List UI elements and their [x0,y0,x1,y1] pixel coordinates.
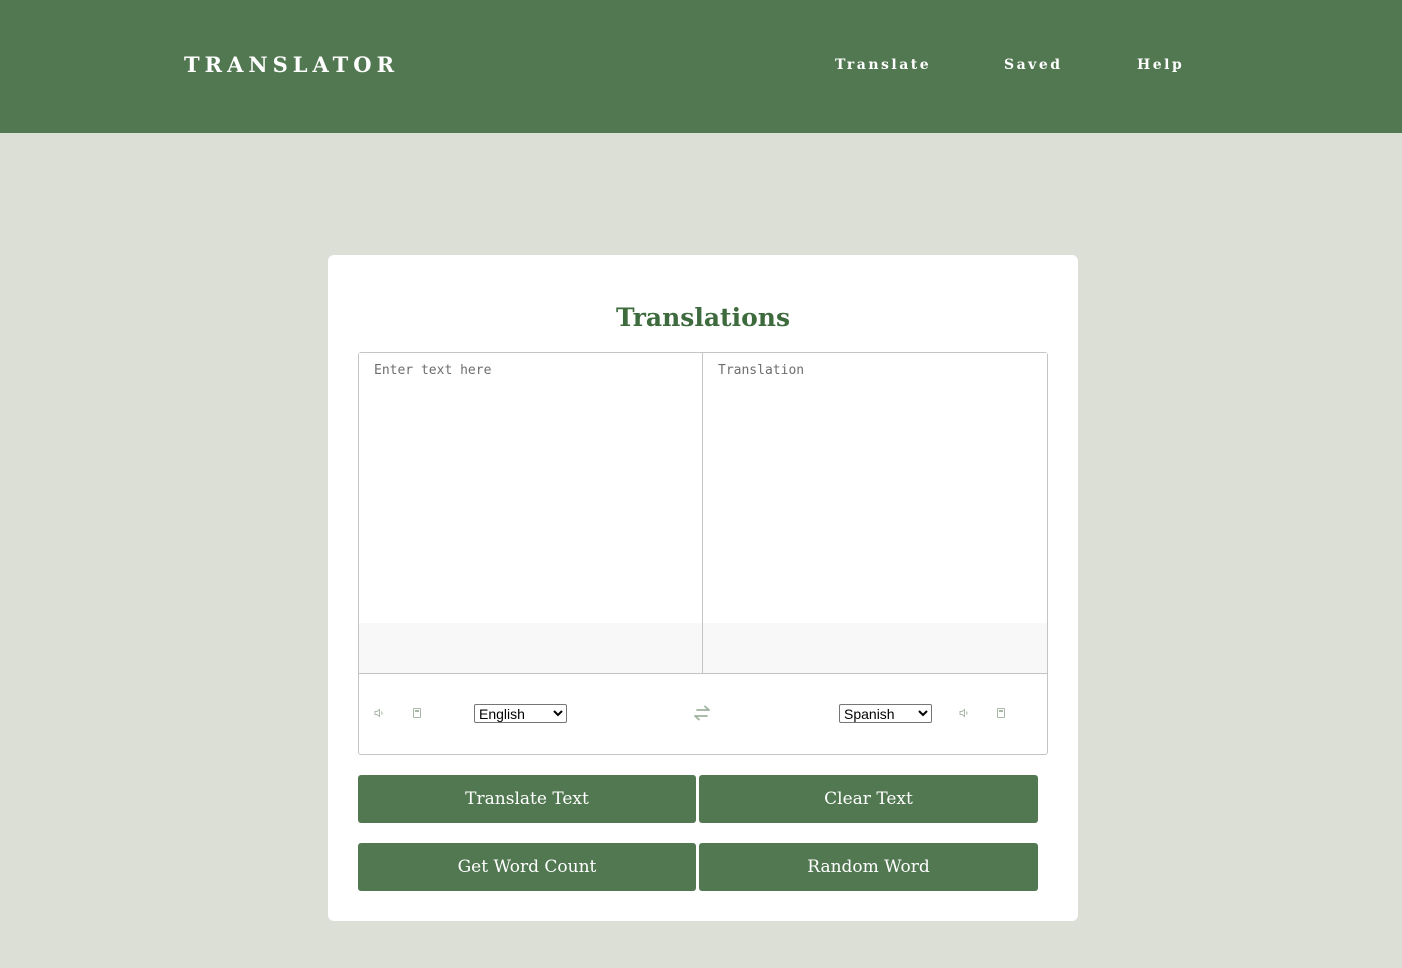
copy-icon[interactable] [995,707,1007,719]
top-header: TRANSLATOR Translate Saved Help [0,0,1402,133]
nav-link-translate[interactable]: Translate [835,56,931,74]
source-language-select[interactable]: English [474,704,567,723]
target-pane-footer [703,623,1047,673]
main-nav: Translate Saved Help [0,56,1402,76]
nav-link-saved[interactable]: Saved [1004,56,1063,74]
source-pane-footer [359,623,702,673]
word-count-button[interactable]: Get Word Count [358,843,696,891]
speaker-icon[interactable] [959,707,971,719]
nav-link-help[interactable]: Help [1137,56,1184,74]
translation-card: Translations English [328,255,1078,921]
card-title: Translations [615,303,791,332]
target-pane [703,353,1047,673]
language-controls: English Spanish [359,673,1047,754]
target-language-select[interactable]: Spanish [839,704,932,723]
translation-output[interactable] [703,353,1047,623]
source-text-input[interactable] [359,353,702,623]
copy-icon[interactable] [411,707,423,719]
source-pane [359,353,703,673]
translation-panes: English Spanish [358,352,1048,755]
random-word-button[interactable]: Random Word [699,843,1038,891]
clear-text-button[interactable]: Clear Text [699,775,1038,823]
speaker-icon[interactable] [374,707,386,719]
swap-languages-icon[interactable] [691,702,713,724]
translate-text-button[interactable]: Translate Text [358,775,696,823]
